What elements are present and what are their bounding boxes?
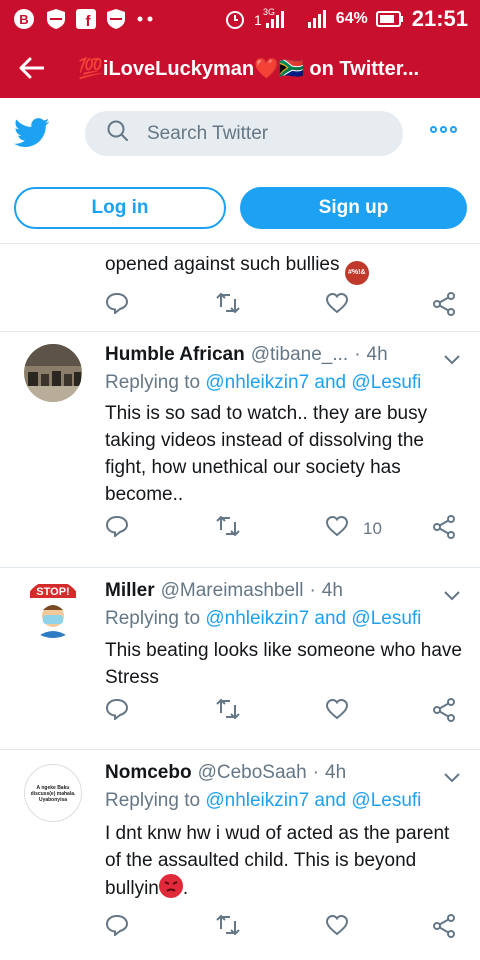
user-handle[interactable]: @Mareimashbell — [161, 580, 304, 602]
tweet[interactable]: opened against such bullies #%!& — [0, 245, 480, 332]
reply-icon[interactable] — [105, 698, 129, 720]
tweet-header: Humble African @tibane_... · 4h — [105, 344, 425, 366]
app-b-icon: B — [12, 7, 36, 31]
avatar[interactable]: A ngeke Baku discuss(e) mahala. Uyabonyi… — [24, 764, 82, 822]
display-name[interactable]: Humble African — [105, 344, 245, 366]
facebook-icon: f — [76, 9, 96, 29]
like-icon[interactable] — [325, 698, 349, 720]
more-notifications-icon — [136, 15, 156, 23]
svg-text:B: B — [19, 12, 28, 27]
chevron-down-icon[interactable] — [444, 770, 460, 788]
replying-to: Replying to @nhleikzin7 and @Lesufi — [105, 790, 422, 811]
clock: 21:51 — [411, 6, 468, 31]
mention-link[interactable]: @Lesufi — [351, 608, 421, 629]
twitter-header: Search Twitter Log in Sign up — [0, 98, 480, 244]
alarm-icon — [224, 8, 246, 30]
more-menu-icon[interactable] — [430, 126, 457, 133]
display-name[interactable]: Miller — [105, 580, 155, 602]
tweet-feed: opened against such bullies #%!& Humble … — [0, 245, 480, 960]
like-button[interactable]: 10 — [325, 515, 382, 542]
network-type: 3G — [263, 7, 275, 17]
mention-link[interactable]: @nhleikzin7 — [205, 372, 309, 393]
mention-link[interactable]: @nhleikzin7 — [205, 790, 309, 811]
like-icon[interactable] — [325, 914, 349, 936]
tweet-text: opened against such bullies #%!& — [105, 252, 369, 285]
mention-link[interactable]: @Lesufi — [351, 790, 421, 811]
tweet-actions — [105, 292, 457, 318]
retweet-icon[interactable] — [215, 698, 241, 720]
tweet[interactable]: A ngeke Baku discuss(e) mahala. Uyabonyi… — [0, 750, 480, 960]
signal-3g-icon: 1 3G — [254, 7, 298, 31]
like-icon — [325, 515, 349, 542]
signal-icon — [306, 8, 328, 30]
app-bar: 💯iLoveLuckyman❤️🇿🇦 on Twitter... — [0, 38, 480, 98]
timestamp[interactable]: 4h — [325, 762, 346, 784]
tweet-actions — [105, 698, 457, 724]
battery-percent: 64% — [335, 10, 368, 27]
search-input[interactable]: Search Twitter — [85, 111, 403, 156]
reply-icon[interactable] — [105, 914, 129, 936]
login-button[interactable]: Log in — [14, 187, 226, 229]
avatar[interactable]: STOP! — [24, 580, 82, 638]
display-name[interactable]: Nomcebo — [105, 762, 192, 784]
avatar-sign-text: STOP! — [36, 586, 69, 598]
back-arrow-icon[interactable] — [18, 51, 52, 85]
timestamp[interactable]: 4h — [367, 344, 388, 366]
mention-link[interactable]: @Lesufi — [351, 372, 421, 393]
signup-button[interactable]: Sign up — [240, 187, 467, 229]
separator: · — [312, 762, 319, 783]
tweet-header: Nomcebo @CeboSaah · 4h — [105, 762, 425, 784]
tweet-text: This is so sad to watch.. they are busy … — [105, 403, 428, 505]
like-count: 10 — [363, 518, 382, 538]
angry-face-emoji — [158, 874, 183, 898]
like-icon[interactable] — [325, 292, 349, 314]
search-icon — [107, 120, 129, 148]
battery-icon — [375, 11, 404, 27]
mention-link[interactable]: @nhleikzin7 — [205, 608, 309, 629]
user-handle[interactable]: @CeboSaah — [198, 762, 307, 784]
retweet-icon[interactable] — [215, 292, 241, 314]
page-title: 💯iLoveLuckyman❤️🇿🇦 on Twitter... — [78, 57, 420, 80]
tweet-header: Miller @Mareimashbell · 4h — [105, 580, 425, 602]
cursing-face-emoji: #%!& — [344, 261, 369, 285]
user-handle[interactable]: @tibane_... — [251, 344, 348, 366]
replying-to: Replying to @nhleikzin7 and @Lesufi — [105, 608, 422, 629]
retweet-icon[interactable] — [215, 914, 241, 936]
retweet-icon[interactable] — [215, 515, 241, 537]
tweet-actions — [105, 914, 457, 940]
tweet[interactable]: STOP! Miller @Mareimashbell · 4h Replyin… — [0, 568, 480, 750]
tweet-text: This beating looks like someone who have… — [105, 640, 462, 688]
tweet-actions: 10 — [105, 515, 457, 541]
avatar[interactable] — [24, 344, 82, 402]
reply-icon[interactable] — [105, 292, 129, 314]
timestamp[interactable]: 4h — [322, 580, 343, 602]
separator: · — [354, 344, 361, 365]
share-icon[interactable] — [432, 292, 456, 316]
replying-to: Replying to @nhleikzin7 and @Lesufi — [105, 372, 422, 393]
status-bar: B f 1 3G 64% 21:51 — [0, 0, 480, 38]
chevron-down-icon[interactable] — [444, 352, 460, 370]
tweet[interactable]: Humble African @tibane_... · 4h Replying… — [0, 332, 480, 568]
search-placeholder: Search Twitter — [147, 122, 269, 144]
avatar-text: A ngeke Baku discuss(e) mahala. Uyabonyi… — [30, 785, 76, 803]
tweet-text: I dnt knw hw i wud of acted as the paren… — [105, 823, 450, 899]
chevron-down-icon[interactable] — [444, 588, 460, 606]
share-icon[interactable] — [432, 698, 456, 722]
twitter-bird-icon[interactable] — [14, 118, 50, 153]
shield-icon — [106, 8, 126, 30]
shield-icon — [46, 8, 66, 30]
svg-text:1: 1 — [254, 12, 262, 28]
share-icon[interactable] — [432, 914, 456, 938]
separator: · — [309, 580, 316, 601]
reply-icon[interactable] — [105, 515, 129, 537]
share-icon[interactable] — [432, 515, 456, 539]
